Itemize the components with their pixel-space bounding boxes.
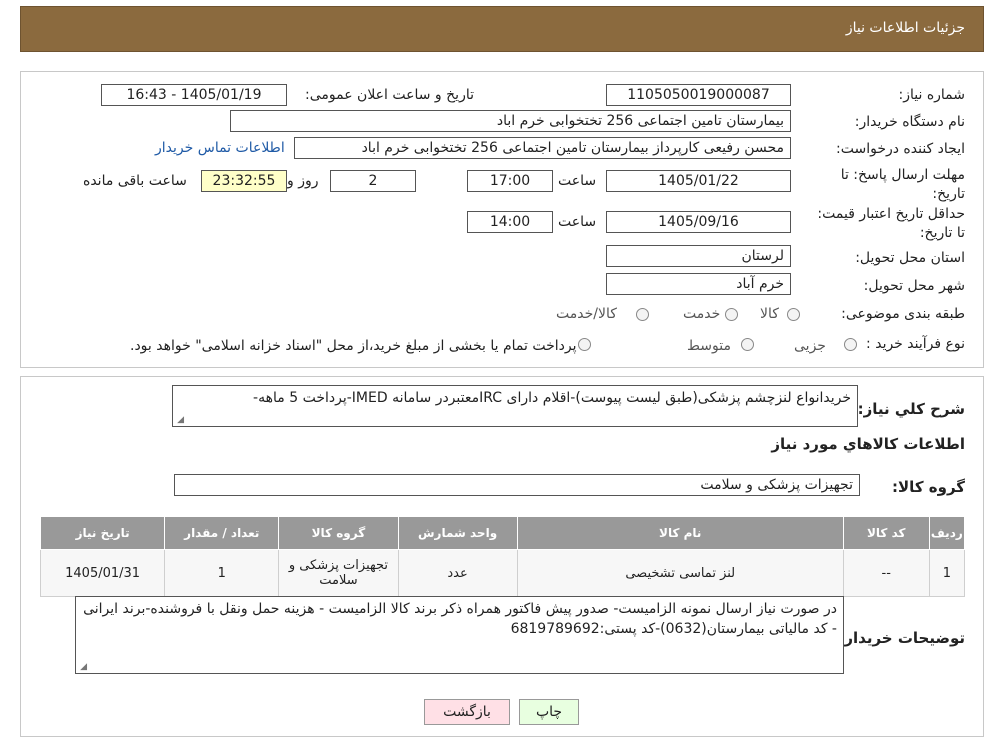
category-option-goods: کالا [760, 306, 779, 322]
back-button[interactable]: بازگشت [424, 699, 510, 725]
cell-code: -- [842, 549, 930, 597]
deadline-time-label: ساعت [558, 173, 597, 189]
validity-time-field: 14:00 [467, 211, 553, 233]
creator-field: محسن رفیعی کارپرداز بیمارستان تامین اجتم… [294, 137, 791, 159]
category-option-service: خدمت [683, 306, 721, 322]
cell-date: 1405/01/31 [39, 549, 166, 597]
city-field: خرم آباد [606, 273, 791, 295]
col-code: کد کالا [842, 516, 930, 550]
validity-time-label: ساعت [558, 214, 597, 230]
process-note: پرداخت تمام یا بخشی از مبلغ خرید،از محل … [130, 338, 577, 354]
cell-name: لنز تماسی تشخیصی [516, 549, 844, 597]
goods-table-header: رديف کد کالا نام کالا واحد شمارش گروه کا… [39, 516, 966, 550]
creator-label: ایجاد کننده درخواست: [836, 141, 965, 157]
buyer-org-field: بیمارستان تامین اجتماعی 256 تختخوابی خرم… [230, 110, 791, 132]
process-radio-medium[interactable] [741, 338, 754, 351]
days-remaining-field: 2 [330, 170, 416, 192]
col-index: رديف [928, 516, 966, 550]
table-row: 1 -- لنز تماسی تشخیصی عدد تجهیزات پزشکی … [39, 549, 966, 597]
need-number-field: 1105050019000087 [606, 84, 791, 106]
validity-date-field: 1405/09/16 [606, 211, 791, 233]
province-label: استان محل تحویل: [855, 250, 965, 266]
print-button[interactable]: چاپ [519, 699, 579, 725]
page-header: جزئیات اطلاعات نیاز [20, 6, 984, 52]
buyer-notes-text: در صورت نیاز ارسال نمونه الزامیست- صدور … [83, 601, 837, 637]
summary-text: خریدانواع لنزچشم پزشکی(طبق لیست پیوست)-ا… [253, 390, 851, 406]
days-word-label: روز و [287, 173, 319, 189]
process-label: نوع فرآیند خرید : [866, 336, 965, 352]
cell-unit: عدد [397, 549, 518, 597]
deadline-time-field: 17:00 [467, 170, 553, 192]
resize-grip-icon[interactable]: ◢ [176, 416, 184, 425]
process-radio-treasury[interactable] [578, 338, 591, 351]
buyer-org-label: نام دستگاه خریدار: [854, 114, 965, 130]
buyer-notes-label: توضیحات خریدار: [838, 629, 965, 647]
goods-section-title: اطلاعات کالاهاي مورد نياز [771, 435, 965, 453]
category-radio-goods[interactable] [787, 308, 800, 321]
goods-table: رديف کد کالا نام کالا واحد شمارش گروه کا… [39, 516, 966, 597]
process-option-medium: متوسط [687, 338, 731, 354]
col-date: تاريخ نياز [39, 516, 166, 550]
deadline-label: مهلت ارسال پاسخ: تا تاریخ: [840, 167, 965, 202]
province-field: لرستان [606, 245, 791, 267]
remaining-word-label: ساعت باقی مانده [83, 173, 187, 189]
process-option-minor: جزیی [794, 338, 826, 354]
col-unit: واحد شمارش [397, 516, 518, 550]
buyer-contact-link[interactable]: اطلاعات تماس خریدار [155, 140, 285, 156]
col-qty: تعداد / مقدار [164, 516, 280, 550]
col-name: نام کالا [516, 516, 844, 550]
resize-grip-icon[interactable]: ◢ [79, 663, 87, 672]
category-option-goods-service: کالا/خدمت [556, 306, 617, 322]
announce-datetime-field: 1405/01/19 - 16:43 [101, 84, 287, 106]
summary-label: شرح کلي نياز: [857, 400, 965, 418]
process-radio-minor[interactable] [844, 338, 857, 351]
need-number-label: شماره نیاز: [898, 87, 966, 103]
validity-label: حداقل تاریخ اعتبار قیمت: تا تاریخ: [817, 206, 965, 241]
category-label: طبقه بندی موضوعی: [841, 306, 965, 322]
page-title: جزئیات اطلاعات نیاز [845, 20, 965, 36]
buyer-notes-field: در صورت نیاز ارسال نمونه الزامیست- صدور … [75, 596, 844, 674]
goods-group-field: تجهیزات پزشکی و سلامت [174, 474, 860, 496]
remaining-time-field: 23:32:55 [201, 170, 287, 192]
announce-label: تاریخ و ساعت اعلان عمومی: [305, 87, 474, 103]
category-radio-goods-service[interactable] [636, 308, 649, 321]
cell-qty: 1 [164, 549, 280, 597]
city-label: شهر محل تحویل: [863, 278, 965, 294]
cell-group: تجهیزات پزشکی و سلامت [278, 549, 399, 597]
deadline-date-field: 1405/01/22 [606, 170, 791, 192]
col-group: گروه کالا [278, 516, 399, 550]
category-radio-service[interactable] [725, 308, 738, 321]
goods-group-label: گروه کالا: [892, 478, 965, 496]
cell-index: 1 [928, 549, 966, 597]
summary-field: خریدانواع لنزچشم پزشکی(طبق لیست پیوست)-ا… [172, 385, 858, 427]
